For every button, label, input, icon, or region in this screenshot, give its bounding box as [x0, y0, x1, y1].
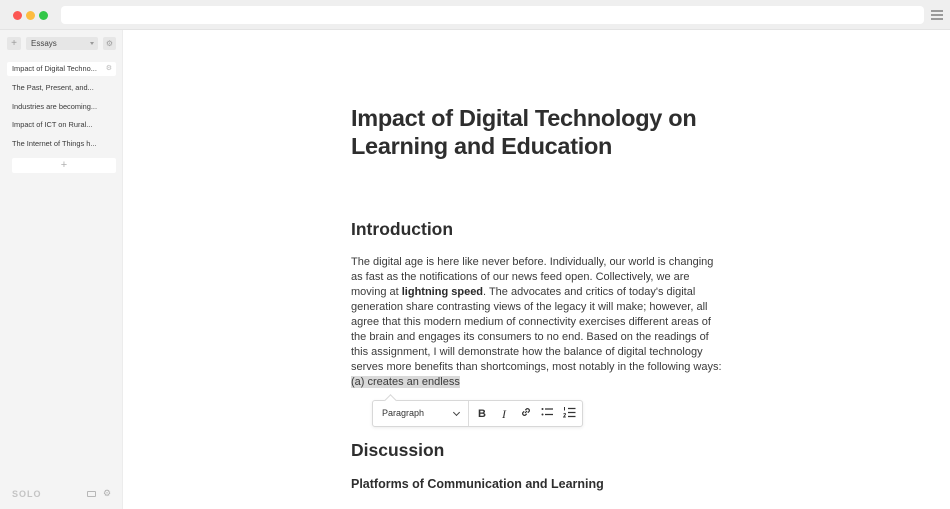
gear-icon[interactable]: ⚙ [106, 62, 112, 76]
document-title: Impact of ICT on Rural... [12, 120, 93, 130]
minimize-window-button[interactable] [26, 11, 35, 20]
collection-label: Essays [31, 39, 57, 48]
block-type-select[interactable]: Paragraph [373, 401, 469, 426]
document-item[interactable]: The Internet of Things h... [7, 137, 116, 151]
sidebar: + Essays ⚙ Impact of Digital Techno... ⚙… [0, 30, 123, 509]
collection-settings-icon[interactable]: ⚙ [103, 37, 116, 50]
menu-icon[interactable] [931, 10, 943, 20]
keyboard-icon[interactable] [87, 491, 96, 497]
caret-down-icon [90, 42, 94, 45]
sidebar-header: + Essays ⚙ [7, 37, 117, 50]
paragraph-text: . The advocates and critics of today's d… [351, 286, 722, 373]
chevron-down-icon [452, 408, 461, 417]
maximize-window-button[interactable] [39, 11, 48, 20]
paragraph[interactable]: The digital age is here like never befor… [351, 255, 723, 390]
heading-discussion[interactable]: Discussion [351, 440, 444, 461]
selected-text: (a) creates an endless [351, 376, 460, 388]
document-title: The Past, Present, and... [12, 82, 94, 92]
document-item[interactable]: Industries are becoming... [7, 100, 116, 114]
document-list: Impact of Digital Techno... ⚙ The Past, … [7, 62, 116, 156]
document-item[interactable]: Impact of ICT on Rural... [7, 118, 116, 132]
address-bar[interactable] [61, 6, 924, 24]
block-type-label: Paragraph [382, 408, 425, 418]
bullet-list-icon [541, 408, 553, 416]
document-title: The Internet of Things h... [12, 139, 97, 149]
document-title: Impact of Digital Techno... [12, 64, 97, 73]
app-logo: SOLO [12, 489, 42, 499]
close-window-button[interactable] [13, 11, 22, 20]
settings-icon[interactable]: ⚙ [103, 488, 111, 499]
link-button[interactable] [518, 406, 534, 422]
numbered-list-icon [562, 407, 575, 418]
collection-select[interactable]: Essays [26, 37, 98, 50]
bold-text: lightning speed [401, 286, 484, 298]
format-toolbar: Paragraph B I [372, 400, 583, 427]
add-document-button[interactable]: + [12, 158, 116, 173]
numbered-list-button[interactable] [561, 406, 577, 422]
app-window: + Essays ⚙ Impact of Digital Techno... ⚙… [0, 0, 950, 509]
heading-platforms[interactable]: Platforms of Communication and Learning [351, 477, 604, 491]
document-title-heading[interactable]: Impact of Digital Technology on Learning… [351, 104, 731, 160]
bullet-list-button[interactable] [539, 406, 555, 422]
bold-button[interactable]: B [474, 406, 490, 422]
link-icon [522, 408, 530, 416]
heading-introduction[interactable]: Introduction [351, 219, 453, 240]
document-item[interactable]: Impact of Digital Techno... ⚙ [7, 62, 116, 76]
add-collection-button[interactable]: + [7, 37, 21, 50]
document-item[interactable]: The Past, Present, and... [7, 81, 116, 95]
title-bar [0, 0, 950, 30]
document-title: Industries are becoming... [12, 101, 98, 111]
italic-button[interactable]: I [496, 406, 512, 422]
